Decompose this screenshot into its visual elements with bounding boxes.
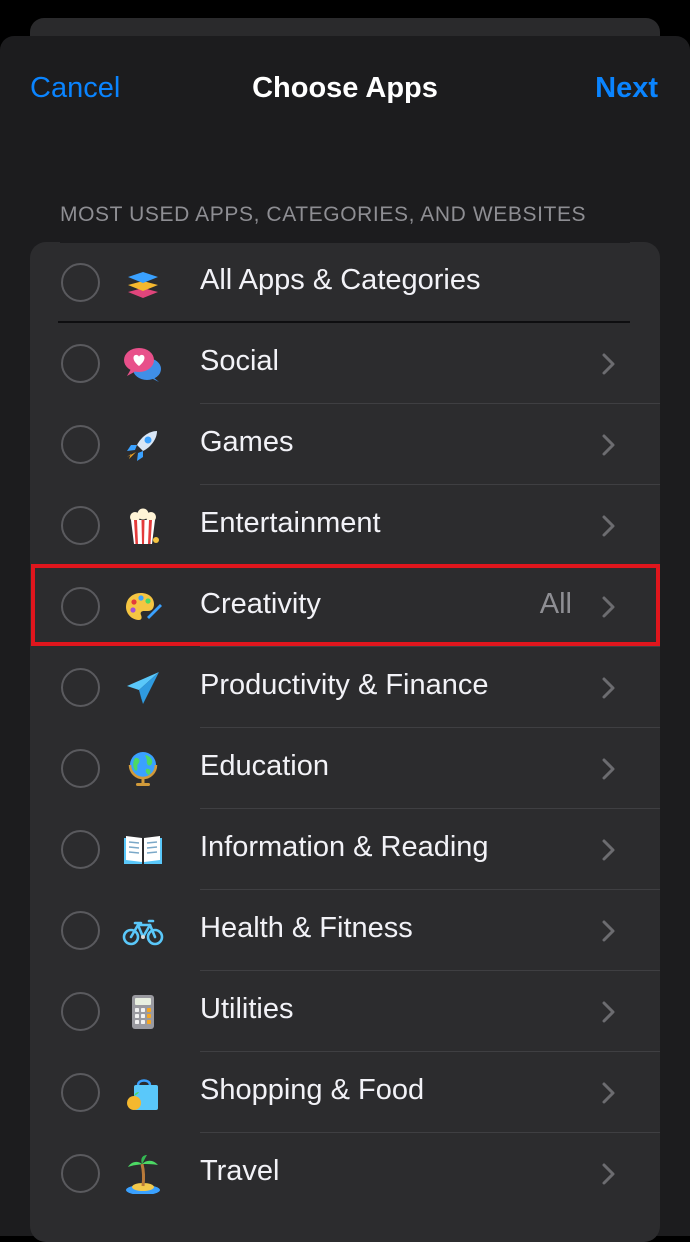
list-top-divider — [60, 242, 630, 243]
row-label: Games — [200, 426, 294, 458]
list-item-shopping-food[interactable]: Shopping & Food — [30, 1052, 660, 1133]
row-label: All Apps & Categories — [200, 264, 481, 296]
globe-icon — [122, 748, 164, 790]
chevron-right-icon — [602, 1082, 615, 1104]
row-label: Shopping & Food — [200, 1074, 425, 1106]
radio-button[interactable] — [61, 506, 100, 545]
radio-button[interactable] — [61, 911, 100, 950]
chevron-right-icon — [602, 920, 615, 942]
radio-button[interactable] — [61, 668, 100, 707]
radio-button[interactable] — [61, 344, 100, 383]
row-label: Creativity — [200, 588, 321, 620]
list-item-travel[interactable]: Travel — [30, 1133, 660, 1214]
list-item-information-reading[interactable]: Information & Reading — [30, 809, 660, 890]
popcorn-icon — [122, 505, 164, 547]
list-item-health-fitness[interactable]: Health & Fitness — [30, 890, 660, 971]
speech-bubble-heart-icon — [122, 343, 164, 385]
radio-button[interactable] — [61, 992, 100, 1031]
section-header: MOST USED APPS, CATEGORIES, AND WEBSITES — [60, 203, 587, 226]
rocket-icon — [122, 424, 164, 466]
palette-icon — [122, 586, 164, 628]
palm-island-icon — [122, 1153, 164, 1195]
radio-button[interactable] — [61, 587, 100, 626]
open-book-icon — [122, 829, 164, 871]
navigation-bar: Cancel Choose Apps Next — [0, 36, 690, 146]
row-label: Entertainment — [200, 507, 381, 539]
chevron-right-icon — [602, 677, 615, 699]
list-item-social[interactable]: Social — [30, 323, 660, 404]
list-item-creativity[interactable]: Creativity All — [30, 566, 660, 647]
list-item-all-apps[interactable]: All Apps & Categories — [30, 242, 660, 323]
row-label: Information & Reading — [200, 831, 489, 863]
row-label: Productivity & Finance — [200, 669, 489, 701]
list-item-education[interactable]: Education — [30, 728, 660, 809]
row-label: Health & Fitness — [200, 912, 413, 944]
list-item-games[interactable]: Games — [30, 404, 660, 485]
chevron-right-icon — [602, 596, 615, 618]
row-label: Travel — [200, 1155, 280, 1187]
list-item-entertainment[interactable]: Entertainment — [30, 485, 660, 566]
radio-button[interactable] — [61, 749, 100, 788]
category-list: All Apps & Categories Social Games Enter… — [30, 242, 660, 1242]
radio-button[interactable] — [61, 263, 100, 302]
selection-detail: All — [539, 588, 572, 620]
row-label: Education — [200, 750, 329, 782]
stack-layers-icon — [122, 262, 164, 304]
shopping-bag-icon — [122, 1072, 164, 1114]
chevron-right-icon — [602, 1001, 615, 1023]
chevron-right-icon — [602, 839, 615, 861]
chevron-right-icon — [602, 353, 615, 375]
calculator-icon — [122, 991, 164, 1033]
radio-button[interactable] — [61, 1073, 100, 1112]
row-label: Utilities — [200, 993, 294, 1025]
page-title: Choose Apps — [252, 72, 438, 104]
chevron-right-icon — [602, 1163, 615, 1185]
next-button[interactable]: Next — [595, 72, 658, 105]
row-label: Social — [200, 345, 279, 377]
paper-plane-icon — [122, 667, 164, 709]
chevron-right-icon — [602, 515, 615, 537]
list-item-utilities[interactable]: Utilities — [30, 971, 660, 1052]
radio-button[interactable] — [61, 425, 100, 464]
chevron-right-icon — [602, 758, 615, 780]
bicycle-icon — [122, 910, 164, 952]
chevron-right-icon — [602, 434, 615, 456]
radio-button[interactable] — [61, 1154, 100, 1193]
list-item-productivity-finance[interactable]: Productivity & Finance — [30, 647, 660, 728]
radio-button[interactable] — [61, 830, 100, 869]
